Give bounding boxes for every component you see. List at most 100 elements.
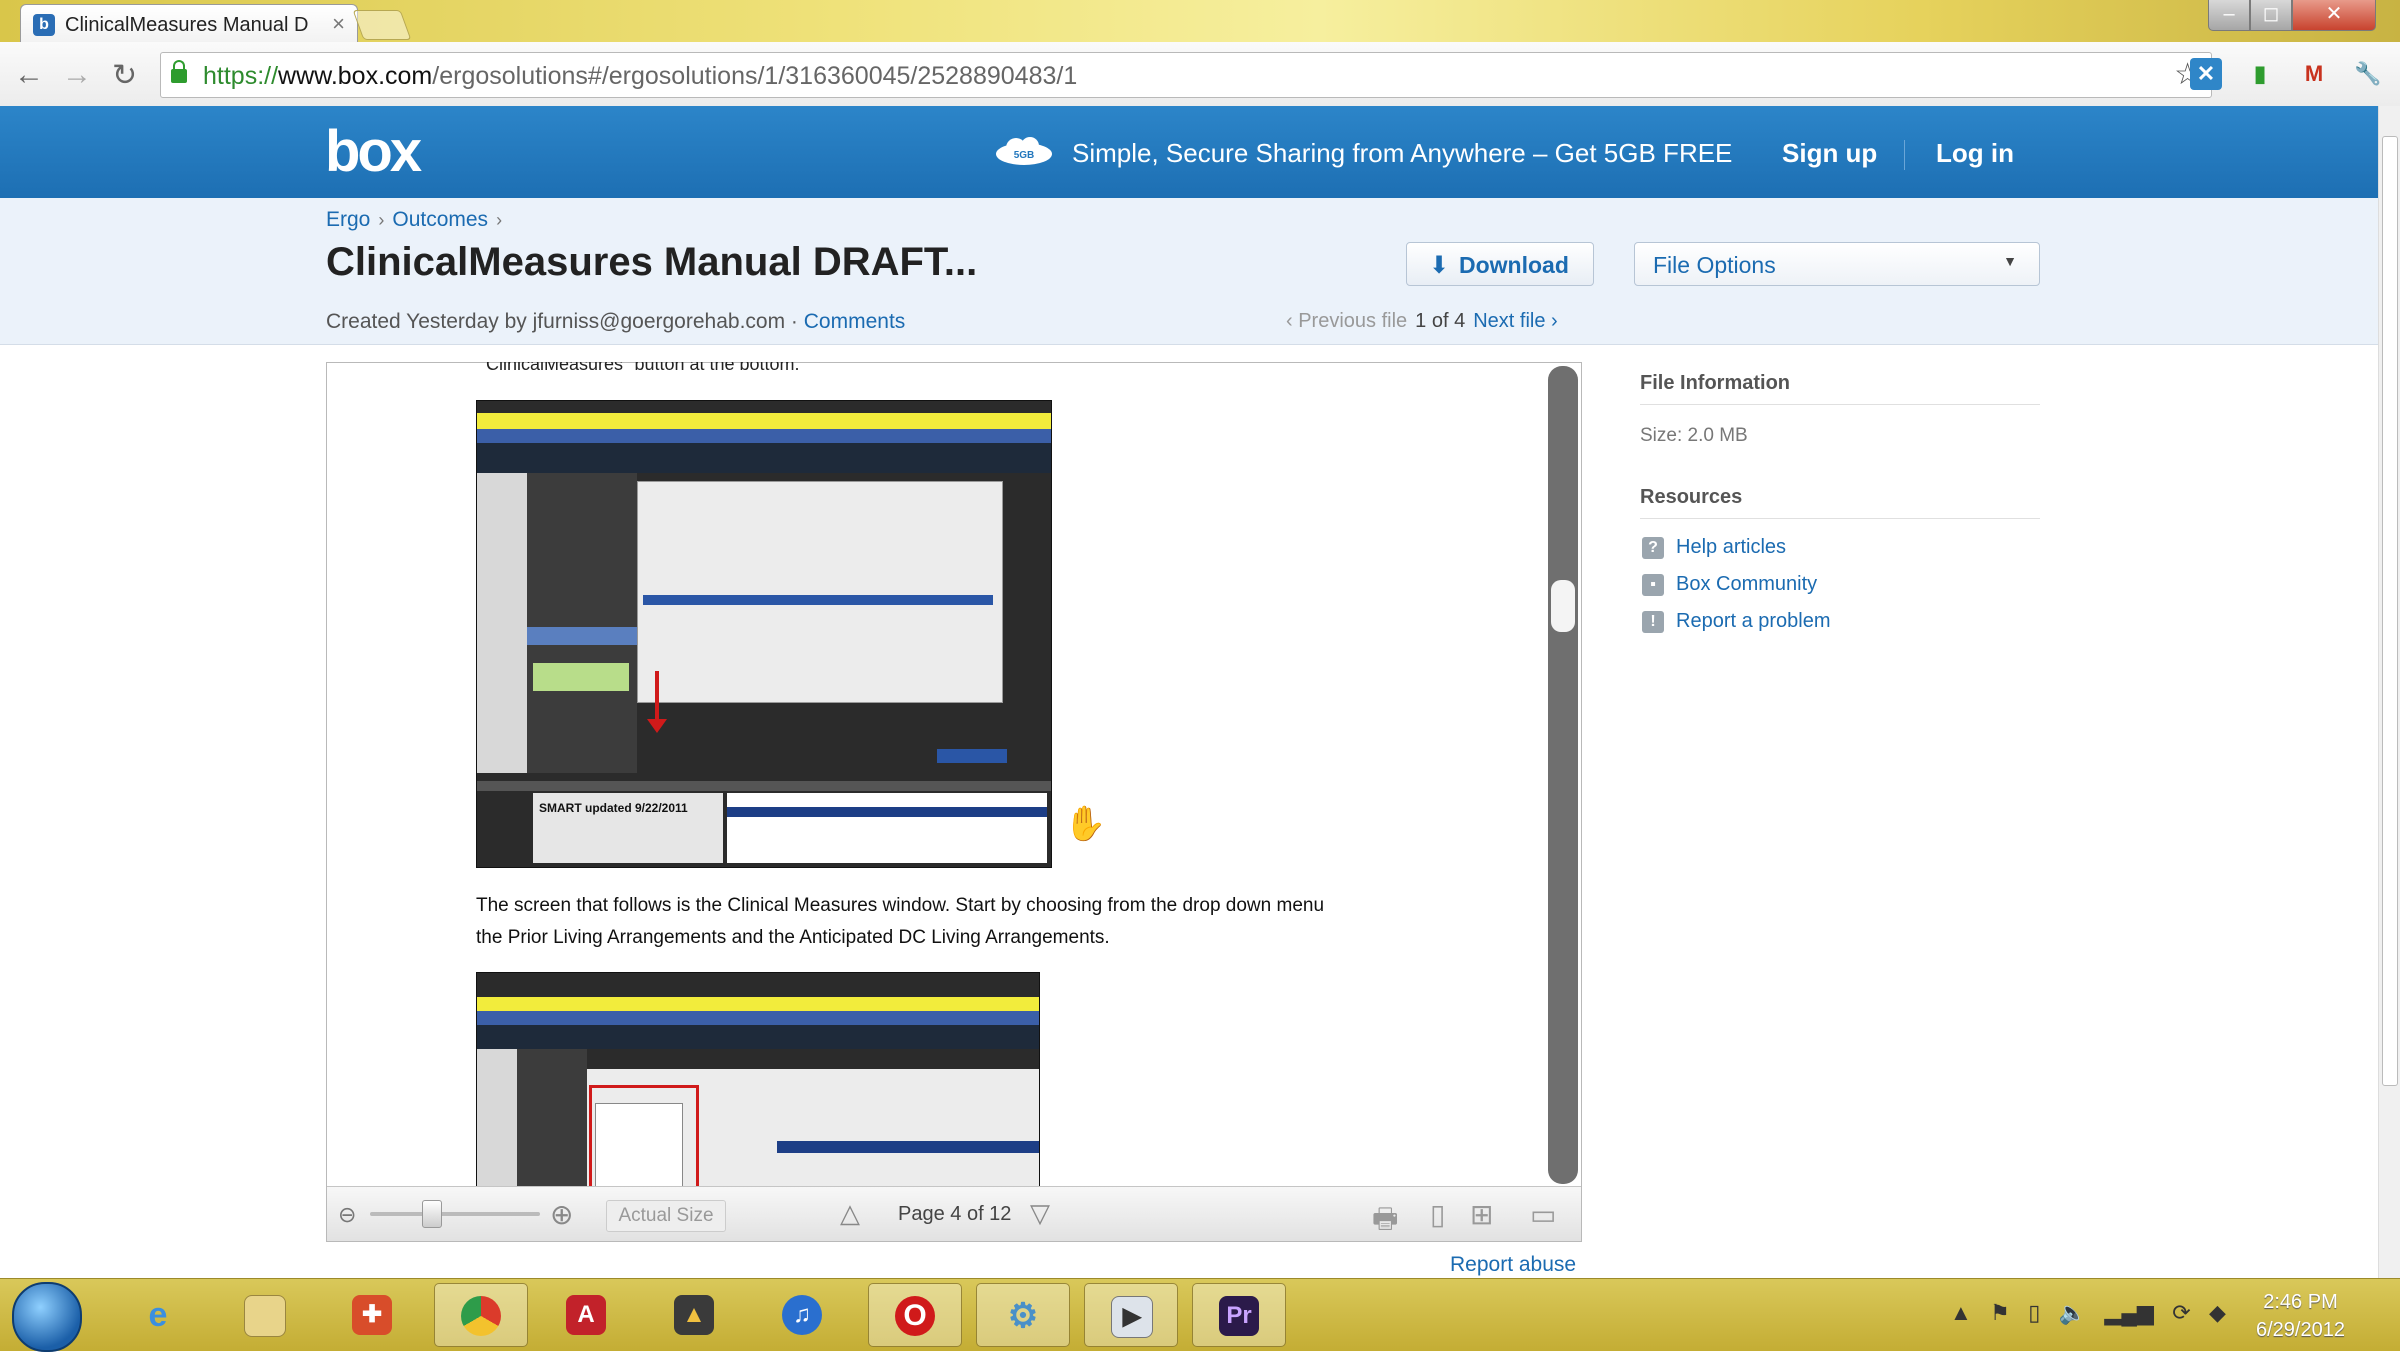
- signal-extension-icon[interactable]: ▮: [2244, 58, 2276, 90]
- previous-file-link[interactable]: ‹ Previous file: [1286, 310, 1407, 332]
- chevron-down-icon: ▼: [2003, 253, 2017, 269]
- graduation-cap-icon: ▲: [674, 1295, 714, 1335]
- battery-icon[interactable]: ▯: [2028, 1300, 2040, 1325]
- gear-icon: ⚙: [1007, 1297, 1039, 1335]
- update-icon[interactable]: ◆: [2209, 1300, 2226, 1325]
- taskbar-media-center[interactable]: ✚: [326, 1283, 418, 1345]
- doc-screenshot-2: [476, 972, 1040, 1188]
- file-information-heading: File Information: [1640, 372, 1790, 394]
- file-options-dropdown[interactable]: File Options ▼: [1634, 242, 2040, 286]
- action-center-flag-icon[interactable]: ⚑: [1990, 1300, 2010, 1325]
- back-arrow-icon[interactable]: ←: [14, 58, 44, 92]
- zoom-in-icon[interactable]: ⊕: [550, 1198, 573, 1231]
- taskbar-itunes[interactable]: ♫: [756, 1283, 848, 1345]
- media-center-icon: ✚: [352, 1295, 392, 1335]
- clock-time: 2:46 PM: [2263, 1291, 2338, 1313]
- acrobat-icon: A: [566, 1295, 606, 1335]
- doc-cut-text: ClinicalMeasures" button at the bottom.: [486, 354, 800, 374]
- help-articles-link[interactable]: ? Help articles: [1642, 536, 1786, 559]
- window-minimize-button[interactable]: –: [2208, 0, 2250, 31]
- question-icon: ?: [1642, 536, 1664, 559]
- print-icon[interactable]: 🖶: [1372, 1198, 1398, 1246]
- log-in-link[interactable]: Log in: [1936, 138, 2014, 169]
- box-community-link[interactable]: ▪ Box Community: [1642, 573, 1817, 596]
- breadcrumb-ergo[interactable]: Ergo: [326, 208, 370, 231]
- itunes-icon: ♫: [782, 1295, 822, 1335]
- box-favicon-icon: b: [33, 14, 55, 36]
- breadcrumb-separator: ›: [378, 210, 385, 230]
- page-scroll-thumb[interactable]: [2382, 136, 2398, 1086]
- doc-paragraph-line: the Prior Living Arrangements and the An…: [476, 927, 1110, 948]
- taskbar-file-explorer[interactable]: [218, 1283, 310, 1345]
- file-options-label: File Options: [1653, 252, 1776, 278]
- header-divider: [1904, 140, 1905, 170]
- file-position: 1 of 4: [1415, 310, 1466, 332]
- forward-arrow-icon[interactable]: →: [62, 58, 92, 92]
- breadcrumb: Ergo › Outcomes ›: [326, 208, 510, 232]
- system-tray[interactable]: ▲ ⚑ ▯ 🔈 ▂▄▆ ⟳ ◆: [1950, 1300, 2226, 1326]
- opera-icon: O: [895, 1296, 935, 1336]
- zoom-slider-handle[interactable]: [422, 1200, 442, 1228]
- sign-up-link[interactable]: Sign up: [1782, 138, 1877, 169]
- network-signal-icon[interactable]: ▂▄▆: [2104, 1300, 2153, 1325]
- sync-icon[interactable]: ⟳: [2172, 1300, 2190, 1325]
- taskbar-opera[interactable]: O: [868, 1283, 962, 1347]
- zoom-out-icon[interactable]: ⊖: [338, 1202, 356, 1228]
- report-abuse-link[interactable]: Report abuse: [1450, 1253, 1576, 1277]
- resources-heading: Resources: [1640, 486, 1743, 508]
- created-info: Created Yesterday by jfurniss@goergoreha…: [326, 310, 906, 333]
- divider: [1640, 518, 2040, 519]
- page-indicator: Page 4 of 12: [898, 1203, 1012, 1225]
- taskbar-premiere[interactable]: Pr: [1192, 1283, 1286, 1347]
- gmail-extension-icon[interactable]: M: [2298, 58, 2330, 90]
- doc-paragraph: The screen that follows is the Clinical …: [476, 890, 1324, 954]
- show-hidden-icons-icon[interactable]: ▲: [1950, 1300, 1972, 1325]
- created-text: Created Yesterday by jfurniss@goergoreha…: [326, 310, 786, 333]
- doc-screenshot-1: SMART updated 9/22/2011: [476, 400, 1052, 868]
- previous-page-icon[interactable]: △: [840, 1198, 860, 1229]
- download-button[interactable]: ⬇ Download: [1406, 242, 1594, 286]
- fullscreen-icon[interactable]: ▭: [1530, 1198, 1556, 1231]
- system-clock[interactable]: 2:46 PM 6/29/2012: [2256, 1288, 2345, 1344]
- taskbar-chrome[interactable]: [434, 1283, 528, 1347]
- breadcrumb-separator: ›: [496, 210, 503, 230]
- internet-explorer-icon: e: [148, 1296, 168, 1334]
- file-pager: ‹ Previous file 1 of 4 Next file ›: [1286, 310, 1558, 333]
- tab-close-icon[interactable]: ×: [332, 11, 345, 37]
- comments-link[interactable]: Comments: [804, 310, 906, 333]
- browser-tab[interactable]: b ClinicalMeasures Manual D ×: [20, 4, 358, 43]
- wrench-menu-icon[interactable]: 🔧: [2352, 58, 2384, 90]
- doc-paragraph-line: The screen that follows is the Clinical …: [476, 895, 1325, 916]
- file-size: Size: 2.0 MB: [1640, 425, 1748, 446]
- windows-start-button[interactable]: [12, 1282, 82, 1352]
- volume-icon[interactable]: 🔈: [2059, 1300, 2086, 1325]
- taskbar-settings-app[interactable]: ⚙: [976, 1283, 1070, 1347]
- report-problem-link[interactable]: ! Report a problem: [1642, 610, 1831, 633]
- cloud-icon: 5GB: [996, 137, 1052, 165]
- next-page-icon[interactable]: ▽: [1030, 1198, 1050, 1229]
- tab-title: ClinicalMeasures Manual D: [65, 14, 309, 36]
- zoom-slider[interactable]: [370, 1212, 540, 1216]
- grid-view-icon[interactable]: ⊞: [1470, 1198, 1493, 1231]
- window-close-button[interactable]: ✕: [2292, 0, 2376, 31]
- box-logo[interactable]: box: [325, 118, 422, 185]
- single-page-view-icon[interactable]: ▯: [1430, 1198, 1445, 1231]
- video-icon: ▶: [1111, 1296, 1153, 1338]
- viewer-scrollbar[interactable]: [1548, 366, 1578, 1184]
- taskbar-acrobat[interactable]: A: [540, 1283, 632, 1345]
- svg-text:5GB: 5GB: [1014, 150, 1035, 161]
- taskbar-video-app[interactable]: ▶: [1084, 1283, 1178, 1347]
- next-file-link[interactable]: Next file ›: [1473, 310, 1557, 332]
- download-label: Download: [1459, 252, 1569, 278]
- screenshot-label: SMART updated 9/22/2011: [539, 801, 688, 815]
- viewer-scroll-thumb[interactable]: [1551, 580, 1575, 632]
- taskbar-internet-explorer[interactable]: e: [112, 1283, 204, 1345]
- box-extension-icon[interactable]: ✕: [2190, 58, 2222, 90]
- window-maximize-button[interactable]: ◻: [2250, 0, 2292, 31]
- taskbar-graduation-app[interactable]: ▲: [648, 1283, 740, 1345]
- actual-size-button[interactable]: Actual Size: [606, 1200, 726, 1232]
- address-bar[interactable]: https://www.box.com/ergosolutions#/ergos…: [160, 52, 2212, 98]
- reload-icon[interactable]: ↻: [112, 58, 137, 93]
- breadcrumb-outcomes[interactable]: Outcomes: [392, 208, 488, 231]
- promo-text[interactable]: Simple, Secure Sharing from Anywhere – G…: [1072, 138, 1732, 169]
